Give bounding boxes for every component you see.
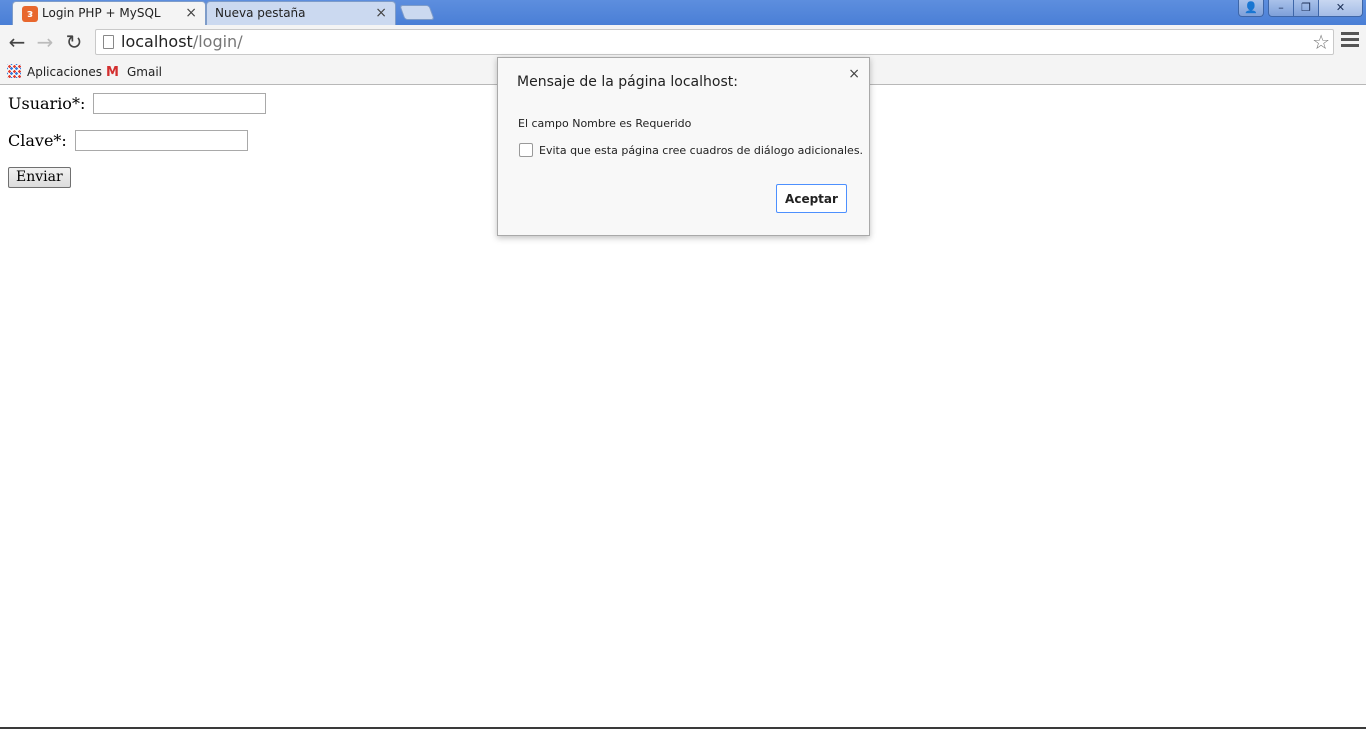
bookmark-star-icon[interactable]: ☆ [1312, 30, 1330, 54]
close-tab-icon[interactable]: × [375, 2, 387, 24]
enviar-button[interactable]: Enviar [8, 167, 71, 188]
bookmark-gmail[interactable]: M Gmail [106, 63, 162, 81]
dialog-title: Mensaje de la página localhost: [517, 74, 738, 90]
browser-toolbar: ← → ↻ localhost/login/ ☆ [0, 25, 1366, 60]
tab-login[interactable]: ᴈ Login PHP + MySQL × [12, 1, 206, 25]
apps-grid-icon [7, 64, 21, 78]
reload-icon[interactable]: ↻ [62, 30, 86, 54]
address-bar[interactable]: localhost/login/ ☆ [95, 29, 1334, 55]
usuario-input[interactable] [93, 93, 267, 114]
usuario-field: Usuario*: [8, 93, 267, 114]
alert-dialog: Mensaje de la página localhost: × El cam… [497, 57, 870, 236]
forward-arrow-icon[interactable]: → [33, 30, 57, 54]
new-tab-button[interactable] [399, 5, 435, 20]
suppress-dialogs-row[interactable]: Evita que esta página cree cuadros de di… [519, 143, 863, 157]
restore-icon[interactable]: ❐ [1293, 0, 1319, 17]
dialog-close-icon[interactable]: × [848, 66, 860, 82]
tab-strip: ᴈ Login PHP + MySQL × Nueva pestaña × 👤 … [0, 0, 1366, 25]
usuario-label: Usuario*: [8, 94, 86, 113]
close-tab-icon[interactable]: × [185, 2, 197, 24]
bookmark-label: Gmail [127, 65, 163, 79]
gmail-icon: M [106, 65, 119, 80]
clave-field: Clave*: [8, 130, 248, 151]
tab-title: Nueva pestaña [215, 6, 306, 20]
back-arrow-icon[interactable]: ← [5, 30, 29, 54]
url-text: localhost/login/ [121, 32, 243, 51]
tab-new[interactable]: Nueva pestaña × [206, 1, 396, 25]
clave-label: Clave*: [8, 131, 67, 150]
window-close-icon[interactable]: ✕ [1318, 0, 1363, 17]
user-profile-icon[interactable]: 👤 [1238, 0, 1264, 17]
clave-input[interactable] [74, 130, 248, 151]
chrome-menu-icon[interactable] [1341, 32, 1359, 52]
bookmark-apps[interactable]: Aplicaciones [7, 63, 102, 81]
xampp-favicon-icon: ᴈ [22, 6, 38, 22]
suppress-dialogs-label: Evita que esta página cree cuadros de di… [539, 144, 864, 157]
bookmark-label: Aplicaciones [27, 65, 102, 79]
minimize-icon[interactable]: – [1268, 0, 1294, 17]
tab-title: Login PHP + MySQL [42, 6, 161, 20]
page-icon [103, 35, 114, 49]
aceptar-button[interactable]: Aceptar [776, 184, 847, 213]
suppress-dialogs-checkbox[interactable] [519, 143, 533, 157]
dialog-message: El campo Nombre es Requerido [518, 117, 692, 130]
